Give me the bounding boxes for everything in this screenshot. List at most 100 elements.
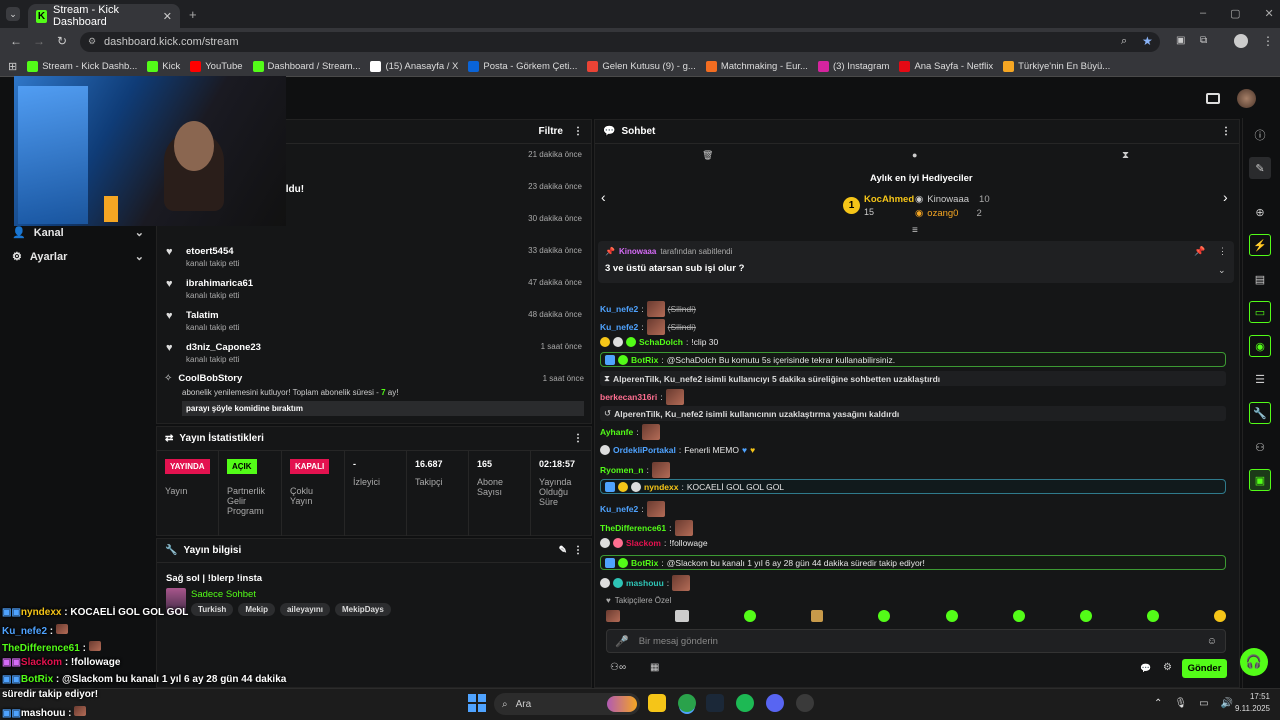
next-arrow-icon[interactable]: › xyxy=(1223,189,1228,205)
send-button[interactable]: Gönder xyxy=(1182,659,1227,678)
emoji-icon[interactable]: ☺ xyxy=(1207,636,1217,647)
emote[interactable] xyxy=(606,610,620,622)
chat-bubble-icon[interactable]: 💬 xyxy=(1140,663,1151,674)
network-icon[interactable]: ▭ xyxy=(1199,698,1208,709)
sidebar-item-ayarlar[interactable]: ⚙ Ayarlar ⌄ xyxy=(12,250,144,264)
chat-username[interactable]: nyndexx xyxy=(644,482,679,492)
bookmark-star-icon[interactable]: ★ xyxy=(1142,34,1153,48)
collapse-icon[interactable]: ≡ xyxy=(912,225,918,236)
emote[interactable] xyxy=(744,610,757,622)
more-options-icon[interactable]: ⋮ xyxy=(573,433,583,444)
more-options-icon[interactable]: ⋮ xyxy=(573,126,583,137)
bookmark-item[interactable]: Türkiye'nin En Büyü... xyxy=(1003,60,1110,72)
pen-icon[interactable]: ✎ xyxy=(1249,157,1271,179)
chat-username[interactable]: BotRix xyxy=(631,558,658,568)
chat-username[interactable]: berkecan316ri xyxy=(600,392,657,402)
emote[interactable] xyxy=(1213,610,1226,622)
emote[interactable] xyxy=(945,610,958,622)
site-info-icon[interactable]: ⚙ xyxy=(88,36,96,47)
clock[interactable]: 17:51 9.11.2025 xyxy=(1230,692,1270,713)
studio-icon[interactable] xyxy=(1206,93,1220,104)
unpin-icon[interactable]: 📌 xyxy=(1194,246,1205,257)
emote[interactable] xyxy=(1079,610,1092,622)
chat-username[interactable]: BotRix xyxy=(631,355,658,365)
bookmark-item[interactable]: Ana Sayfa - Netflix xyxy=(899,60,993,72)
bolt-icon[interactable]: ⚡ xyxy=(1249,234,1271,256)
emote[interactable] xyxy=(878,610,891,622)
chat-icon[interactable]: ▭ xyxy=(1249,301,1271,323)
tab-search-icon[interactable]: ⌄ xyxy=(6,7,20,21)
trash-icon[interactable]: 🗑 xyxy=(702,150,713,161)
app-icon[interactable] xyxy=(796,694,814,712)
chat-username[interactable]: OrdekliPortakal xyxy=(613,445,676,455)
chat-mode-icon[interactable]: ● xyxy=(912,150,917,160)
emote[interactable] xyxy=(811,610,824,622)
chat-username[interactable]: Slackom xyxy=(626,538,661,548)
info-icon[interactable]: ⓘ xyxy=(1249,124,1271,146)
activity-user[interactable]: Talatim xyxy=(186,310,520,321)
wrench-icon[interactable]: 🔧 xyxy=(1249,402,1271,424)
profile-avatar[interactable] xyxy=(1234,34,1248,48)
bookmark-item[interactable]: (3) Instagram xyxy=(817,60,889,72)
sidebar-item-kanal[interactable]: 👤 Kanal ⌄ xyxy=(12,226,144,240)
chevron-down-icon[interactable]: ⌄ xyxy=(1218,265,1226,276)
bookmark-item[interactable]: YouTube xyxy=(190,60,243,72)
discord-icon[interactable] xyxy=(766,694,784,712)
chat-username[interactable]: Ku_nefe2 xyxy=(600,504,638,514)
chat-username[interactable]: mashouu xyxy=(626,578,664,588)
mic-icon[interactable]: 🎤 xyxy=(615,635,629,648)
apps-grid-icon[interactable]: ⊞ xyxy=(8,60,17,73)
puzzle-icon[interactable]: ⧉ xyxy=(1200,35,1207,46)
notes-icon[interactable]: ▤ xyxy=(1249,268,1271,290)
chat-username[interactable]: Ryomen_n xyxy=(600,465,643,475)
people-icon[interactable]: ⚇ xyxy=(1249,436,1271,458)
support-headset-icon[interactable]: 🎧 xyxy=(1240,648,1268,676)
url-field[interactable]: ⚙ dashboard.kick.com/stream xyxy=(80,32,1160,52)
filter-button[interactable]: Filtre xyxy=(539,126,563,137)
forward-icon[interactable]: → xyxy=(33,34,45,48)
edit-icon[interactable]: ✎ xyxy=(559,545,567,556)
chat-users-icon[interactable]: ⚇∞ xyxy=(610,662,626,673)
extension-icon[interactable]: ▣ xyxy=(1176,35,1185,46)
settings-icon[interactable]: ⚙ xyxy=(1163,662,1172,673)
close-window-icon[interactable]: ✕ xyxy=(1265,7,1274,20)
file-explorer-icon[interactable] xyxy=(648,694,666,712)
crosshair-icon[interactable]: ⊕ xyxy=(1249,201,1271,223)
browser-menu-icon[interactable]: ⋮ xyxy=(1262,34,1274,48)
broadcast-icon[interactable]: ◉ xyxy=(1249,335,1271,357)
windows-start-icon[interactable] xyxy=(468,694,486,712)
hourglass-icon[interactable]: ⧗ xyxy=(1122,150,1129,161)
chat-username[interactable]: Ku_nefe2 xyxy=(600,322,638,332)
bookmark-item[interactable]: Matchmaking - Eur... xyxy=(705,60,808,72)
bookmark-item[interactable]: Dashboard / Stream... xyxy=(252,60,360,72)
more-options-icon[interactable]: ⋮ xyxy=(1218,246,1227,257)
bookmark-item[interactable]: Gelen Kutusu (9) - g... xyxy=(587,60,696,72)
emote[interactable] xyxy=(1012,610,1025,622)
chevron-up-icon[interactable]: ⌃ xyxy=(1154,698,1162,709)
steam-icon[interactable] xyxy=(706,694,724,712)
chat-input[interactable]: 🎤 Bir mesaj gönderin ☺ xyxy=(606,629,1226,653)
chat-username[interactable]: Ayhanfe xyxy=(600,427,633,437)
chat-username[interactable]: Ku_nefe2 xyxy=(600,304,638,314)
more-options-icon[interactable]: ⋮ xyxy=(573,545,583,556)
app-icon[interactable]: ▣ xyxy=(1249,469,1271,491)
new-tab-icon[interactable]: + xyxy=(189,7,197,22)
reload-icon[interactable]: ↻ xyxy=(57,34,67,48)
activity-user[interactable]: ibrahimarica61 xyxy=(186,278,520,289)
bookmark-item[interactable]: (15) Anasayfa / X xyxy=(370,60,458,72)
activity-user[interactable]: etoert5454 xyxy=(186,246,520,257)
category-name[interactable]: Sadece Sohbet xyxy=(191,589,256,600)
browser-tab[interactable]: K Stream - Kick Dashboard ✕ xyxy=(28,4,180,28)
emote[interactable] xyxy=(675,610,690,622)
user-avatar[interactable] xyxy=(1237,89,1256,108)
back-icon[interactable]: ← xyxy=(10,34,22,48)
taskbar-search[interactable]: ⌕ Ara xyxy=(494,693,640,715)
mic-icon[interactable]: 🎙 xyxy=(1174,698,1187,709)
zoom-icon[interactable]: ⌕ xyxy=(1121,35,1127,48)
close-tab-icon[interactable]: ✕ xyxy=(163,10,172,23)
bookmark-item[interactable]: Kick xyxy=(147,60,180,72)
chrome-icon[interactable] xyxy=(678,694,696,712)
bookmark-item[interactable]: Posta - Görkem Çeti... xyxy=(468,60,577,72)
chat-username[interactable]: TheDifference61 xyxy=(600,523,666,533)
activity-user[interactable]: d3niz_Capone23 xyxy=(186,342,533,353)
